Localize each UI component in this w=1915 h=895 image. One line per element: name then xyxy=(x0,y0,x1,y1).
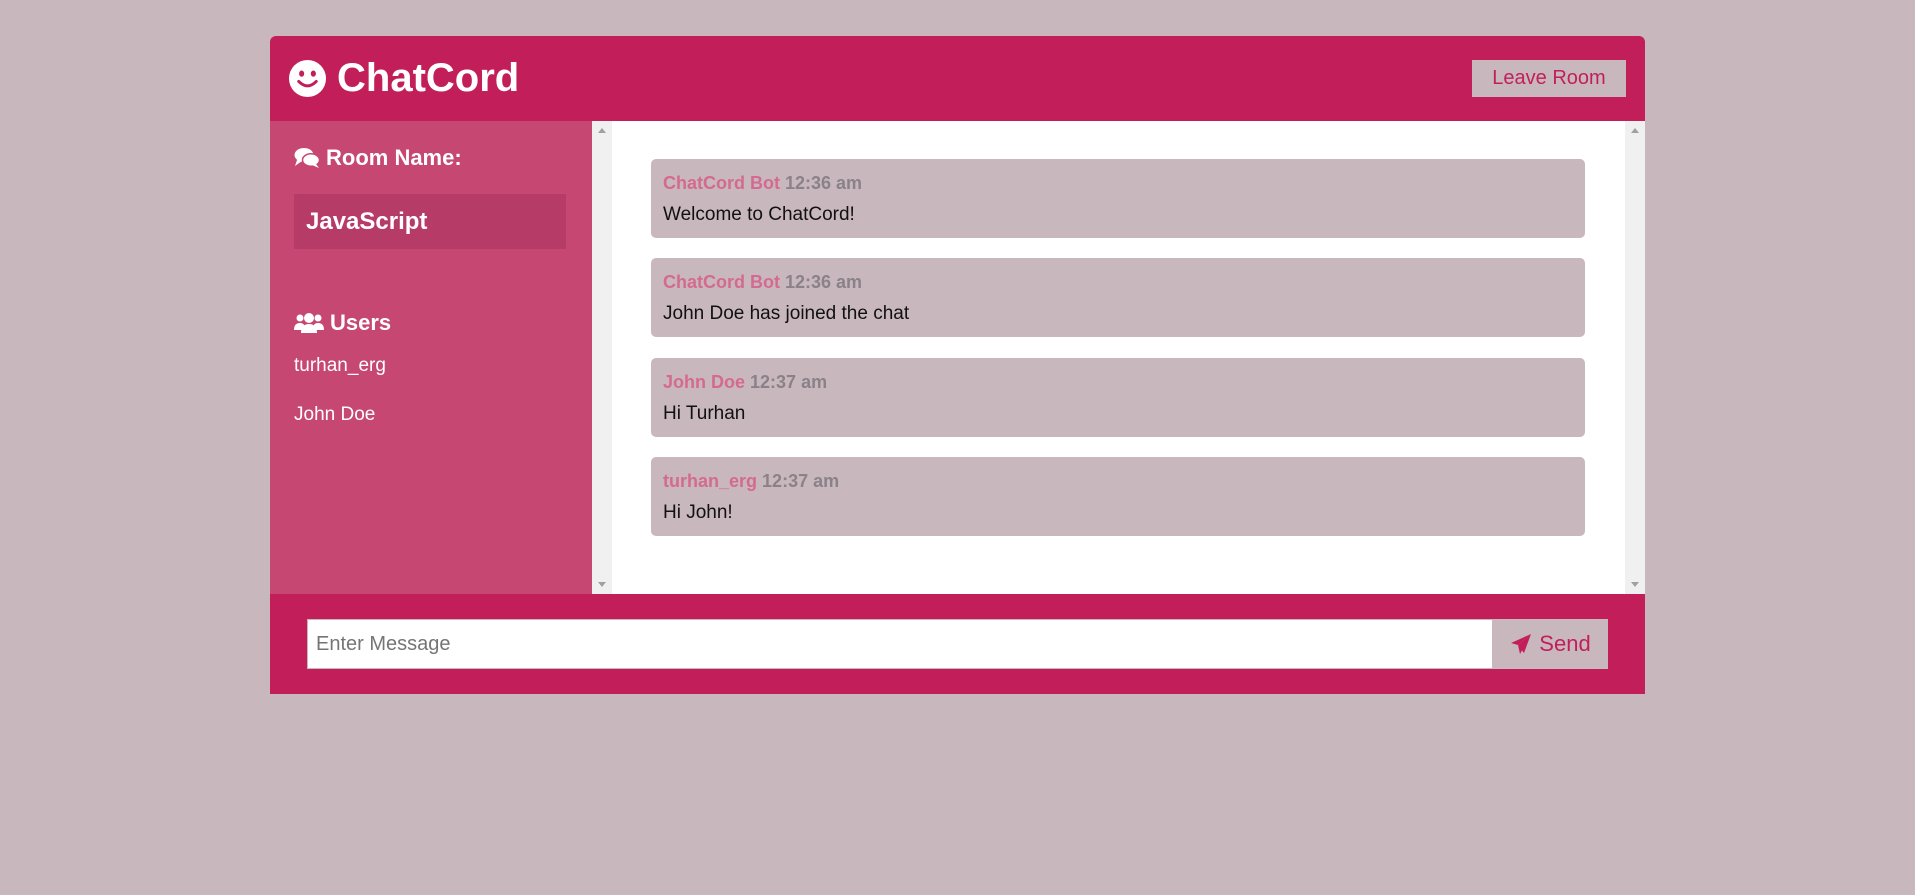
message: ChatCord Bot 12:36 am John Doe has joine… xyxy=(651,258,1585,337)
room-name-heading: Room Name: xyxy=(294,144,462,172)
send-button[interactable]: Send xyxy=(1493,619,1608,669)
brand: ChatCord xyxy=(288,56,519,101)
message-text: Hi Turhan xyxy=(663,403,746,424)
scroll-down-arrow-icon[interactable] xyxy=(1631,582,1639,587)
room-heading-label: Room Name: xyxy=(326,145,462,170)
room-name: JavaScript xyxy=(294,194,566,249)
users-icon xyxy=(294,313,324,333)
scroll-up-arrow-icon[interactable] xyxy=(1631,128,1639,133)
sidebar: Room Name: JavaScript Users turhan_erg J… xyxy=(270,121,592,594)
message: ChatCord Bot 12:36 am Welcome to ChatCor… xyxy=(651,159,1585,238)
message-meta: ChatCord Bot 12:36 am xyxy=(663,271,1573,293)
comments-icon xyxy=(294,148,320,168)
message-username: turhan_erg xyxy=(663,471,758,491)
message-meta: turhan_erg 12:37 am xyxy=(663,470,1573,492)
user-item: turhan_erg xyxy=(294,355,386,376)
users-heading-label: Users xyxy=(330,310,392,335)
user-list: turhan_erg John Doe xyxy=(294,354,386,452)
chat-messages-area[interactable]: ChatCord Bot 12:36 am Welcome to ChatCor… xyxy=(592,121,1645,594)
message-username: ChatCord Bot xyxy=(663,272,780,292)
message-meta: ChatCord Bot 12:36 am xyxy=(663,172,1573,194)
message-form: Send xyxy=(270,594,1645,694)
message-time: 12:37 am xyxy=(750,372,828,392)
message-list: ChatCord Bot 12:36 am Welcome to ChatCor… xyxy=(612,121,1625,594)
scroll-down-arrow-icon[interactable] xyxy=(598,582,606,587)
app-title: ChatCord xyxy=(337,56,520,100)
message-time: 12:36 am xyxy=(785,272,863,292)
message-text: Hi John! xyxy=(663,502,733,523)
message: turhan_erg 12:37 am Hi John! xyxy=(651,457,1585,536)
message-time: 12:37 am xyxy=(762,471,840,491)
message-input[interactable] xyxy=(307,619,1493,669)
chat-app: ChatCord Leave Room Room Name: JavaScrip… xyxy=(270,36,1645,694)
message-text: John Doe has joined the chat xyxy=(663,303,910,324)
message-username: John Doe xyxy=(663,372,746,392)
message-username: ChatCord Bot xyxy=(663,173,780,193)
left-scrollbar[interactable] xyxy=(592,121,612,594)
chat-header: ChatCord Leave Room xyxy=(270,36,1645,121)
users-heading: Users xyxy=(294,309,391,337)
message-meta: John Doe 12:37 am xyxy=(663,371,1573,393)
smile-icon xyxy=(288,59,327,98)
message: John Doe 12:37 am Hi Turhan xyxy=(651,358,1585,437)
right-scrollbar[interactable] xyxy=(1625,121,1645,594)
user-item: John Doe xyxy=(294,404,376,425)
message-time: 12:36 am xyxy=(785,173,863,193)
send-button-label: Send xyxy=(1539,631,1591,656)
scroll-up-arrow-icon[interactable] xyxy=(598,128,606,133)
paper-plane-icon xyxy=(1511,634,1532,654)
leave-room-button[interactable]: Leave Room xyxy=(1472,60,1626,97)
message-text: Welcome to ChatCord! xyxy=(663,204,855,225)
